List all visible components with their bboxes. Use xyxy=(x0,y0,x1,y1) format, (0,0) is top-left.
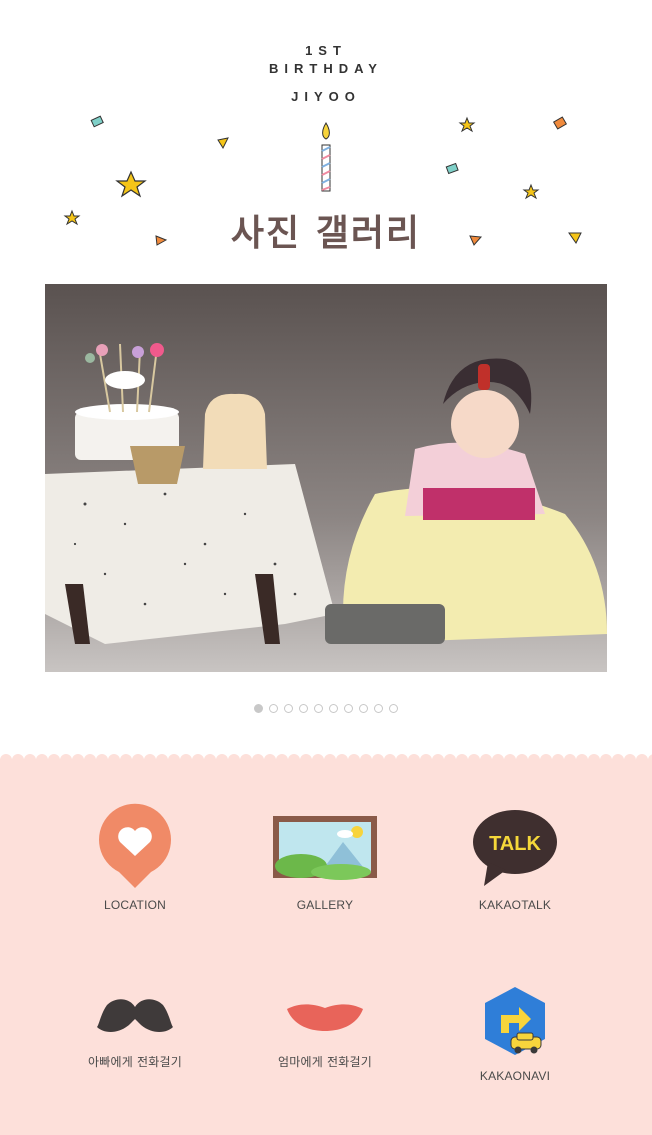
gallery-label: GALLERY xyxy=(296,898,354,912)
carousel-dot[interactable] xyxy=(254,704,263,713)
talk-text: TALK xyxy=(489,833,541,855)
candle-icon xyxy=(321,122,331,192)
talk-bubble-icon: TALK xyxy=(473,810,557,886)
gallery-title: 사진 갤러리 xyxy=(230,213,422,254)
carousel-dot[interactable] xyxy=(314,704,323,713)
navi-car-icon xyxy=(485,987,545,1055)
call-dad-label: 아빠에게 전화걸기 xyxy=(88,1055,182,1069)
child-name: JIYOO xyxy=(291,89,361,104)
carousel-dot[interactable] xyxy=(284,704,293,713)
carousel-dot[interactable] xyxy=(299,704,308,713)
carousel-dot[interactable] xyxy=(374,704,383,713)
kakaotalk-label: KAKAOTALK xyxy=(478,898,552,912)
mustache-icon xyxy=(97,999,173,1032)
gallery-button[interactable]: GALLERY xyxy=(250,800,400,912)
title-1st: 1ST xyxy=(305,43,347,58)
location-label: LOCATION xyxy=(103,898,167,912)
kakaonavi-button[interactable]: KAKAONAVI xyxy=(440,985,590,1083)
carousel-indicators xyxy=(0,704,652,716)
location-button[interactable]: LOCATION xyxy=(60,800,210,912)
header-section: 1ST BIRTHDAY JIYOO 사진 갤러리 xyxy=(0,0,652,760)
carousel-dot[interactable] xyxy=(269,704,278,713)
landscape-picture-icon xyxy=(273,816,377,880)
carousel-dot[interactable] xyxy=(344,704,353,713)
carousel-dot[interactable] xyxy=(359,704,368,713)
menu-section: LOCATION GALLERY TALK KAKAOTALK 아빠에게 전화걸… xyxy=(0,760,652,1135)
lips-icon xyxy=(287,1004,363,1031)
heart-pin-icon xyxy=(99,803,171,888)
title-birthday: BIRTHDAY xyxy=(269,61,383,76)
carousel-dot[interactable] xyxy=(389,704,398,713)
carousel-dot[interactable] xyxy=(329,704,338,713)
call-dad-button[interactable]: 아빠에게 전화걸기 xyxy=(60,985,210,1070)
call-mom-button[interactable]: 엄마에게 전화걸기 xyxy=(250,985,400,1070)
kakaonavi-label: KAKAONAVI xyxy=(479,1069,551,1083)
gallery-photo[interactable] xyxy=(45,284,607,672)
call-mom-label: 엄마에게 전화걸기 xyxy=(278,1055,372,1069)
kakaotalk-button[interactable]: TALK KAKAOTALK xyxy=(440,800,590,912)
birthday-photo-image xyxy=(45,284,607,672)
